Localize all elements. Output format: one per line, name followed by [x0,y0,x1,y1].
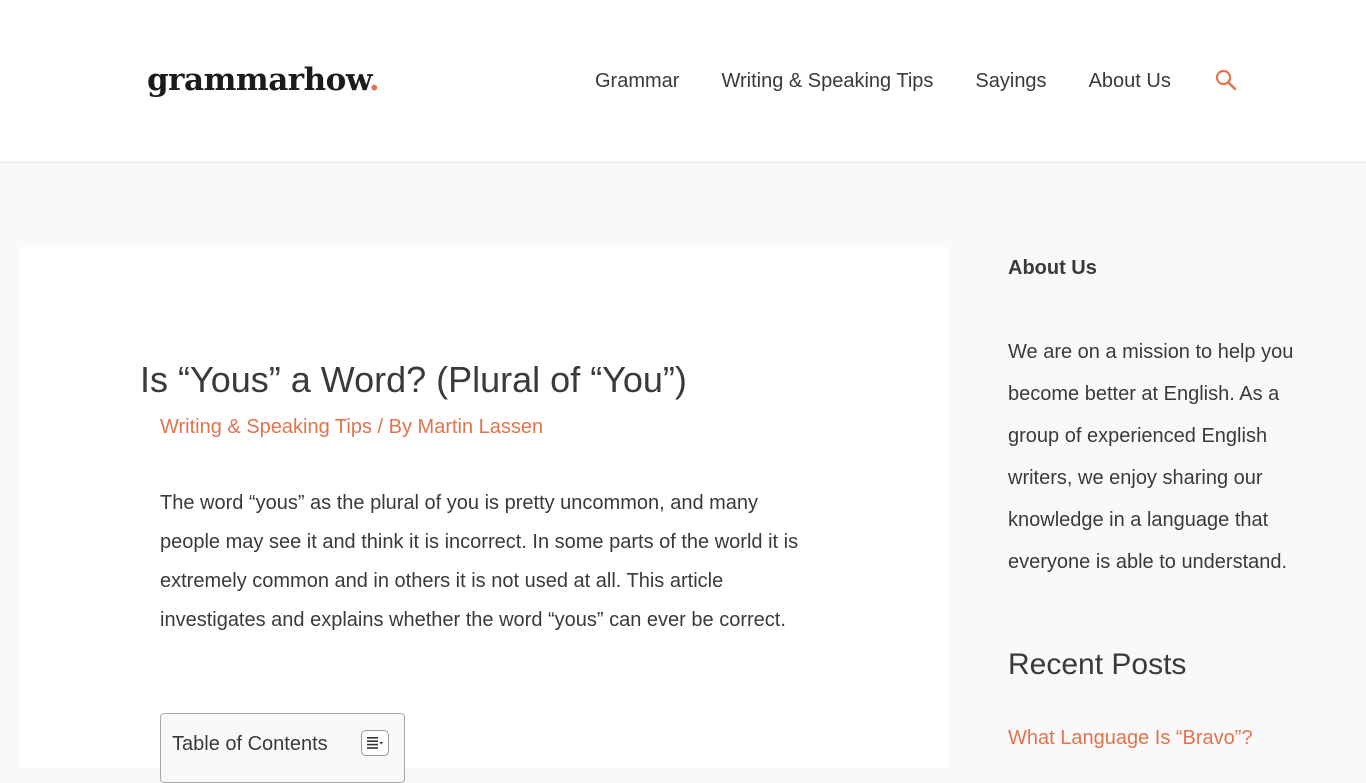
article-title: Is “Yous” a Word? (Plural of “You”) [140,359,687,400]
main-nav: Grammar Writing & Speaking Tips Sayings … [595,66,1237,96]
article-intro: The word “yous” as the plural of you is … [160,492,799,631]
category-link[interactable]: Writing & Speaking Tips [160,416,372,438]
nav-item-grammar[interactable]: Grammar [595,66,679,96]
recent-post-link[interactable]: What Language Is “Bravo”? [1008,724,1253,752]
article-meta: Writing & Speaking Tips / By Martin Lass… [160,414,543,440]
logo-text: grammarhow [147,62,369,98]
list-toggle-icon [367,737,383,749]
toc-title: Table of Contents [172,733,328,755]
logo-dot: . [368,62,380,98]
recent-posts-heading: Recent Posts [1008,648,1187,681]
site-logo[interactable]: grammarhow. [147,58,380,102]
meta-separator: / By [371,416,418,438]
about-us-text: We are on a mission to help you become b… [1008,341,1294,573]
table-of-contents: Table of Contents [160,713,405,783]
author-link[interactable]: Martin Lassen [418,416,544,438]
search-icon[interactable] [1215,69,1237,91]
nav-item-writing-speaking-tips[interactable]: Writing & Speaking Tips [721,66,933,96]
site-header: grammarhow. Grammar Writing & Speaking T… [0,0,1366,163]
toc-toggle-button[interactable] [361,730,389,756]
nav-item-about-us[interactable]: About Us [1089,66,1171,96]
nav-item-sayings[interactable]: Sayings [975,66,1046,96]
about-us-heading: About Us [1008,257,1097,279]
